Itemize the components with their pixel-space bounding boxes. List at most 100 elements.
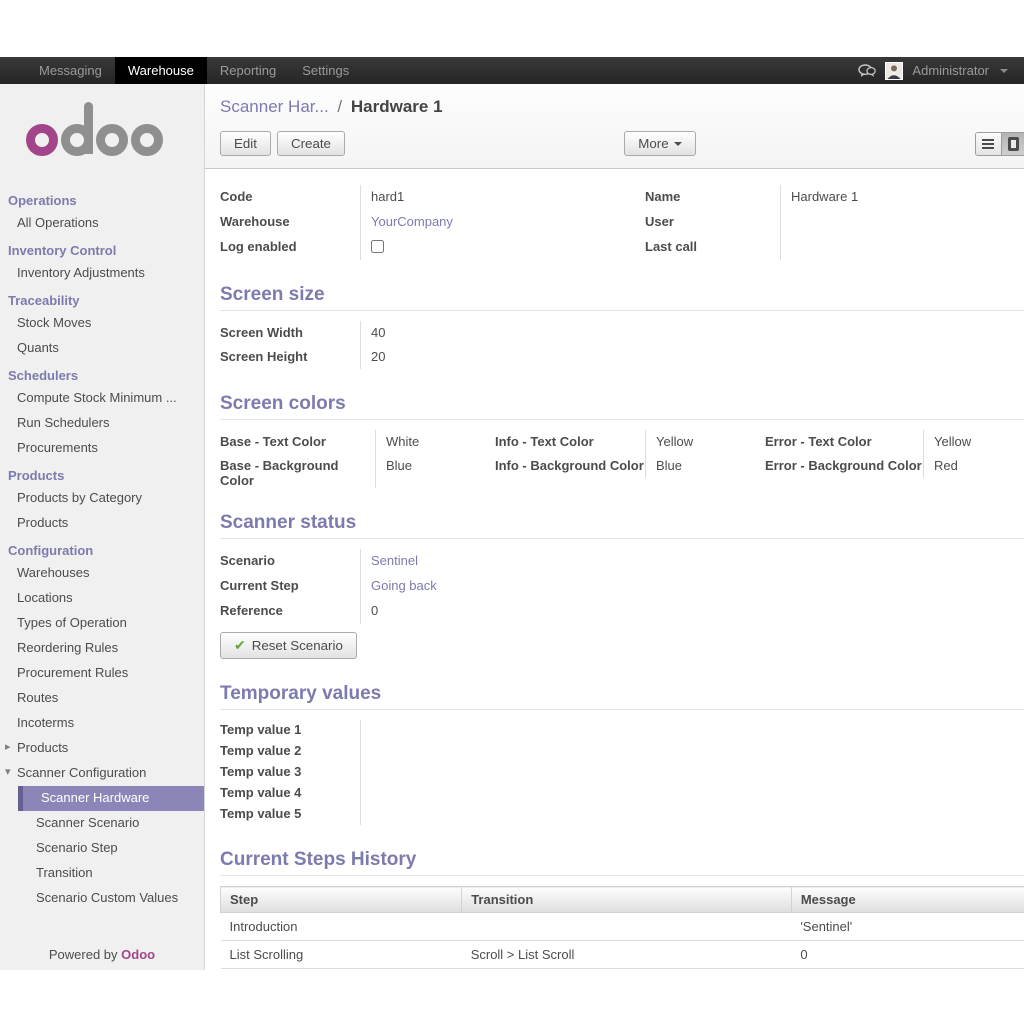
sidebar-section-operations: Operations [0, 186, 204, 211]
breadcrumb-parent[interactable]: Scanner Har... [220, 97, 329, 116]
field-value-scenario-link[interactable]: Sentinel [371, 553, 418, 568]
field-value-temp-value-5 [360, 804, 620, 825]
sidebar-item-procurement-rules[interactable]: Procurement Rules [0, 661, 204, 686]
field-value-error-bg-color: Red [923, 454, 1024, 478]
sidebar-item-products-config[interactable]: ▸ Products [0, 736, 204, 761]
sidebar-item-procurements[interactable]: Procurements [0, 436, 204, 461]
list-view-button[interactable] [976, 133, 1001, 155]
field-label-user: User [645, 210, 780, 229]
table-row[interactable]: Going back List Scroll > Back '' [221, 969, 1024, 971]
top-navbar: Messaging Warehouse Reporting Settings A… [0, 57, 1024, 84]
field-value-name: Hardware 1 [780, 185, 1024, 210]
sidebar-item-products-by-category[interactable]: Products by Category [0, 486, 204, 511]
toolbar: Edit Create More [220, 131, 1024, 156]
field-value-user [780, 210, 1024, 235]
field-label-error-bg-color: Error - Background Color [765, 454, 923, 473]
screen-size-fields: Screen Width 40 Screen Height 20 [220, 321, 620, 369]
field-value-screen-height: 20 [360, 345, 620, 369]
current-user-label[interactable]: Administrator [912, 63, 989, 78]
sidebar-item-warehouses[interactable]: Warehouses [0, 561, 204, 586]
table-row[interactable]: Introduction 'Sentinel' [221, 913, 1024, 941]
sidebar-item-products[interactable]: Products [0, 511, 204, 536]
sidebar-section-inventory-control: Inventory Control [0, 236, 204, 261]
section-title-screen-size: Screen size [220, 284, 1024, 311]
cell-step: List Scrolling [221, 941, 462, 969]
nav-item-settings[interactable]: Settings [289, 57, 362, 84]
nav-item-messaging[interactable]: Messaging [26, 57, 115, 84]
odoo-logo [0, 84, 204, 174]
reset-scenario-button[interactable]: ✔ Reset Scenario [220, 632, 357, 659]
sidebar-section-configuration: Configuration [0, 536, 204, 561]
nav-item-reporting[interactable]: Reporting [207, 57, 289, 84]
field-label-code: Code [220, 185, 360, 204]
odoo-brand-link[interactable]: Odoo [121, 947, 155, 962]
sidebar-item-label: Scanner Configuration [17, 765, 146, 780]
field-label-temp-value-1: Temp value 1 [220, 720, 360, 737]
sidebar-item-reordering-rules[interactable]: Reordering Rules [0, 636, 204, 661]
page-top-margin [0, 0, 1024, 57]
sidebar-item-quants[interactable]: Quants [0, 336, 204, 361]
breadcrumb-separator: / [333, 97, 346, 116]
field-value-warehouse-link[interactable]: YourCompany [371, 214, 453, 229]
field-label-error-text-color: Error - Text Color [765, 430, 923, 449]
edit-button[interactable]: Edit [220, 131, 271, 156]
sidebar-item-types-of-operation[interactable]: Types of Operation [0, 611, 204, 636]
column-header-transition[interactable]: Transition [462, 887, 792, 913]
powered-by: Powered by Odoo [0, 947, 204, 962]
sidebar-item-locations[interactable]: Locations [0, 586, 204, 611]
field-value-reference: 0 [360, 599, 620, 624]
sidebar: Operations All Operations Inventory Cont… [0, 84, 205, 970]
cell-transition [462, 913, 792, 941]
messages-icon[interactable] [858, 64, 876, 78]
sidebar-item-scanner-scenario[interactable]: Scanner Scenario [0, 811, 204, 836]
field-label-current-step: Current Step [220, 574, 360, 593]
field-label-scenario: Scenario [220, 549, 360, 568]
column-header-message[interactable]: Message [791, 887, 1024, 913]
page-bottom-margin [0, 970, 1024, 1024]
create-button[interactable]: Create [277, 131, 345, 156]
field-value-temp-value-1 [360, 720, 620, 741]
section-title-current-steps-history: Current Steps History [220, 849, 1024, 876]
sidebar-item-scanner-hardware[interactable]: Scanner Hardware [18, 786, 204, 811]
logo-d [61, 124, 93, 156]
more-button-label: More [638, 136, 668, 151]
check-icon: ✔ [234, 637, 246, 653]
user-avatar[interactable] [885, 62, 903, 80]
table-row[interactable]: List Scrolling Scroll > List Scroll 0 [221, 941, 1024, 969]
sidebar-item-compute-stock-minimum[interactable]: Compute Stock Minimum ... [0, 386, 204, 411]
sidebar-item-scenario-step[interactable]: Scenario Step [0, 836, 204, 861]
sidebar-item-stock-moves[interactable]: Stock Moves [0, 311, 204, 336]
sidebar-item-routes[interactable]: Routes [0, 686, 204, 711]
sidebar-item-run-schedulers[interactable]: Run Schedulers [0, 411, 204, 436]
chevron-down-icon[interactable] [1000, 69, 1008, 73]
field-label-name: Name [645, 185, 780, 204]
field-label-reference: Reference [220, 599, 360, 618]
field-label-temp-value-5: Temp value 5 [220, 804, 360, 821]
section-title-screen-colors: Screen colors [220, 393, 1024, 420]
sidebar-item-transition[interactable]: Transition [0, 861, 204, 886]
nav-item-warehouse[interactable]: Warehouse [115, 57, 207, 84]
chevron-down-icon[interactable]: ▾ [5, 765, 11, 778]
sidebar-item-incoterms[interactable]: Incoterms [0, 711, 204, 736]
column-header-step[interactable]: Step [221, 887, 462, 913]
main-panel: Scanner Har... / Hardware 1 Edit Create … [205, 84, 1024, 970]
sidebar-item-inventory-adjustments[interactable]: Inventory Adjustments [0, 261, 204, 286]
sidebar-item-scanner-configuration[interactable]: ▾ Scanner Configuration [0, 761, 204, 786]
screen-colors-fields: Base - Text Color White Base - Backgroun… [220, 430, 1024, 488]
sidebar-item-scenario-custom-values[interactable]: Scenario Custom Values [0, 886, 204, 911]
field-value-current-step-link[interactable]: Going back [371, 578, 437, 593]
logo-o2 [96, 124, 128, 156]
sidebar-section-products: Products [0, 461, 204, 486]
log-enabled-checkbox[interactable] [371, 240, 384, 253]
field-value-info-bg-color: Blue [645, 454, 755, 478]
sidebar-item-all-operations[interactable]: All Operations [0, 211, 204, 236]
more-button[interactable]: More [624, 131, 695, 156]
field-value-last-call [780, 235, 1024, 260]
form-view-button[interactable] [1001, 133, 1024, 155]
field-value-screen-width: 40 [360, 321, 620, 345]
navbar-right: Administrator [858, 57, 1024, 84]
field-label-temp-value-2: Temp value 2 [220, 741, 360, 758]
reset-scenario-label: Reset Scenario [252, 638, 343, 653]
chevron-right-icon[interactable]: ▸ [5, 740, 11, 753]
steps-history-table: Step Transition Message Introduction 'Se… [220, 886, 1024, 970]
